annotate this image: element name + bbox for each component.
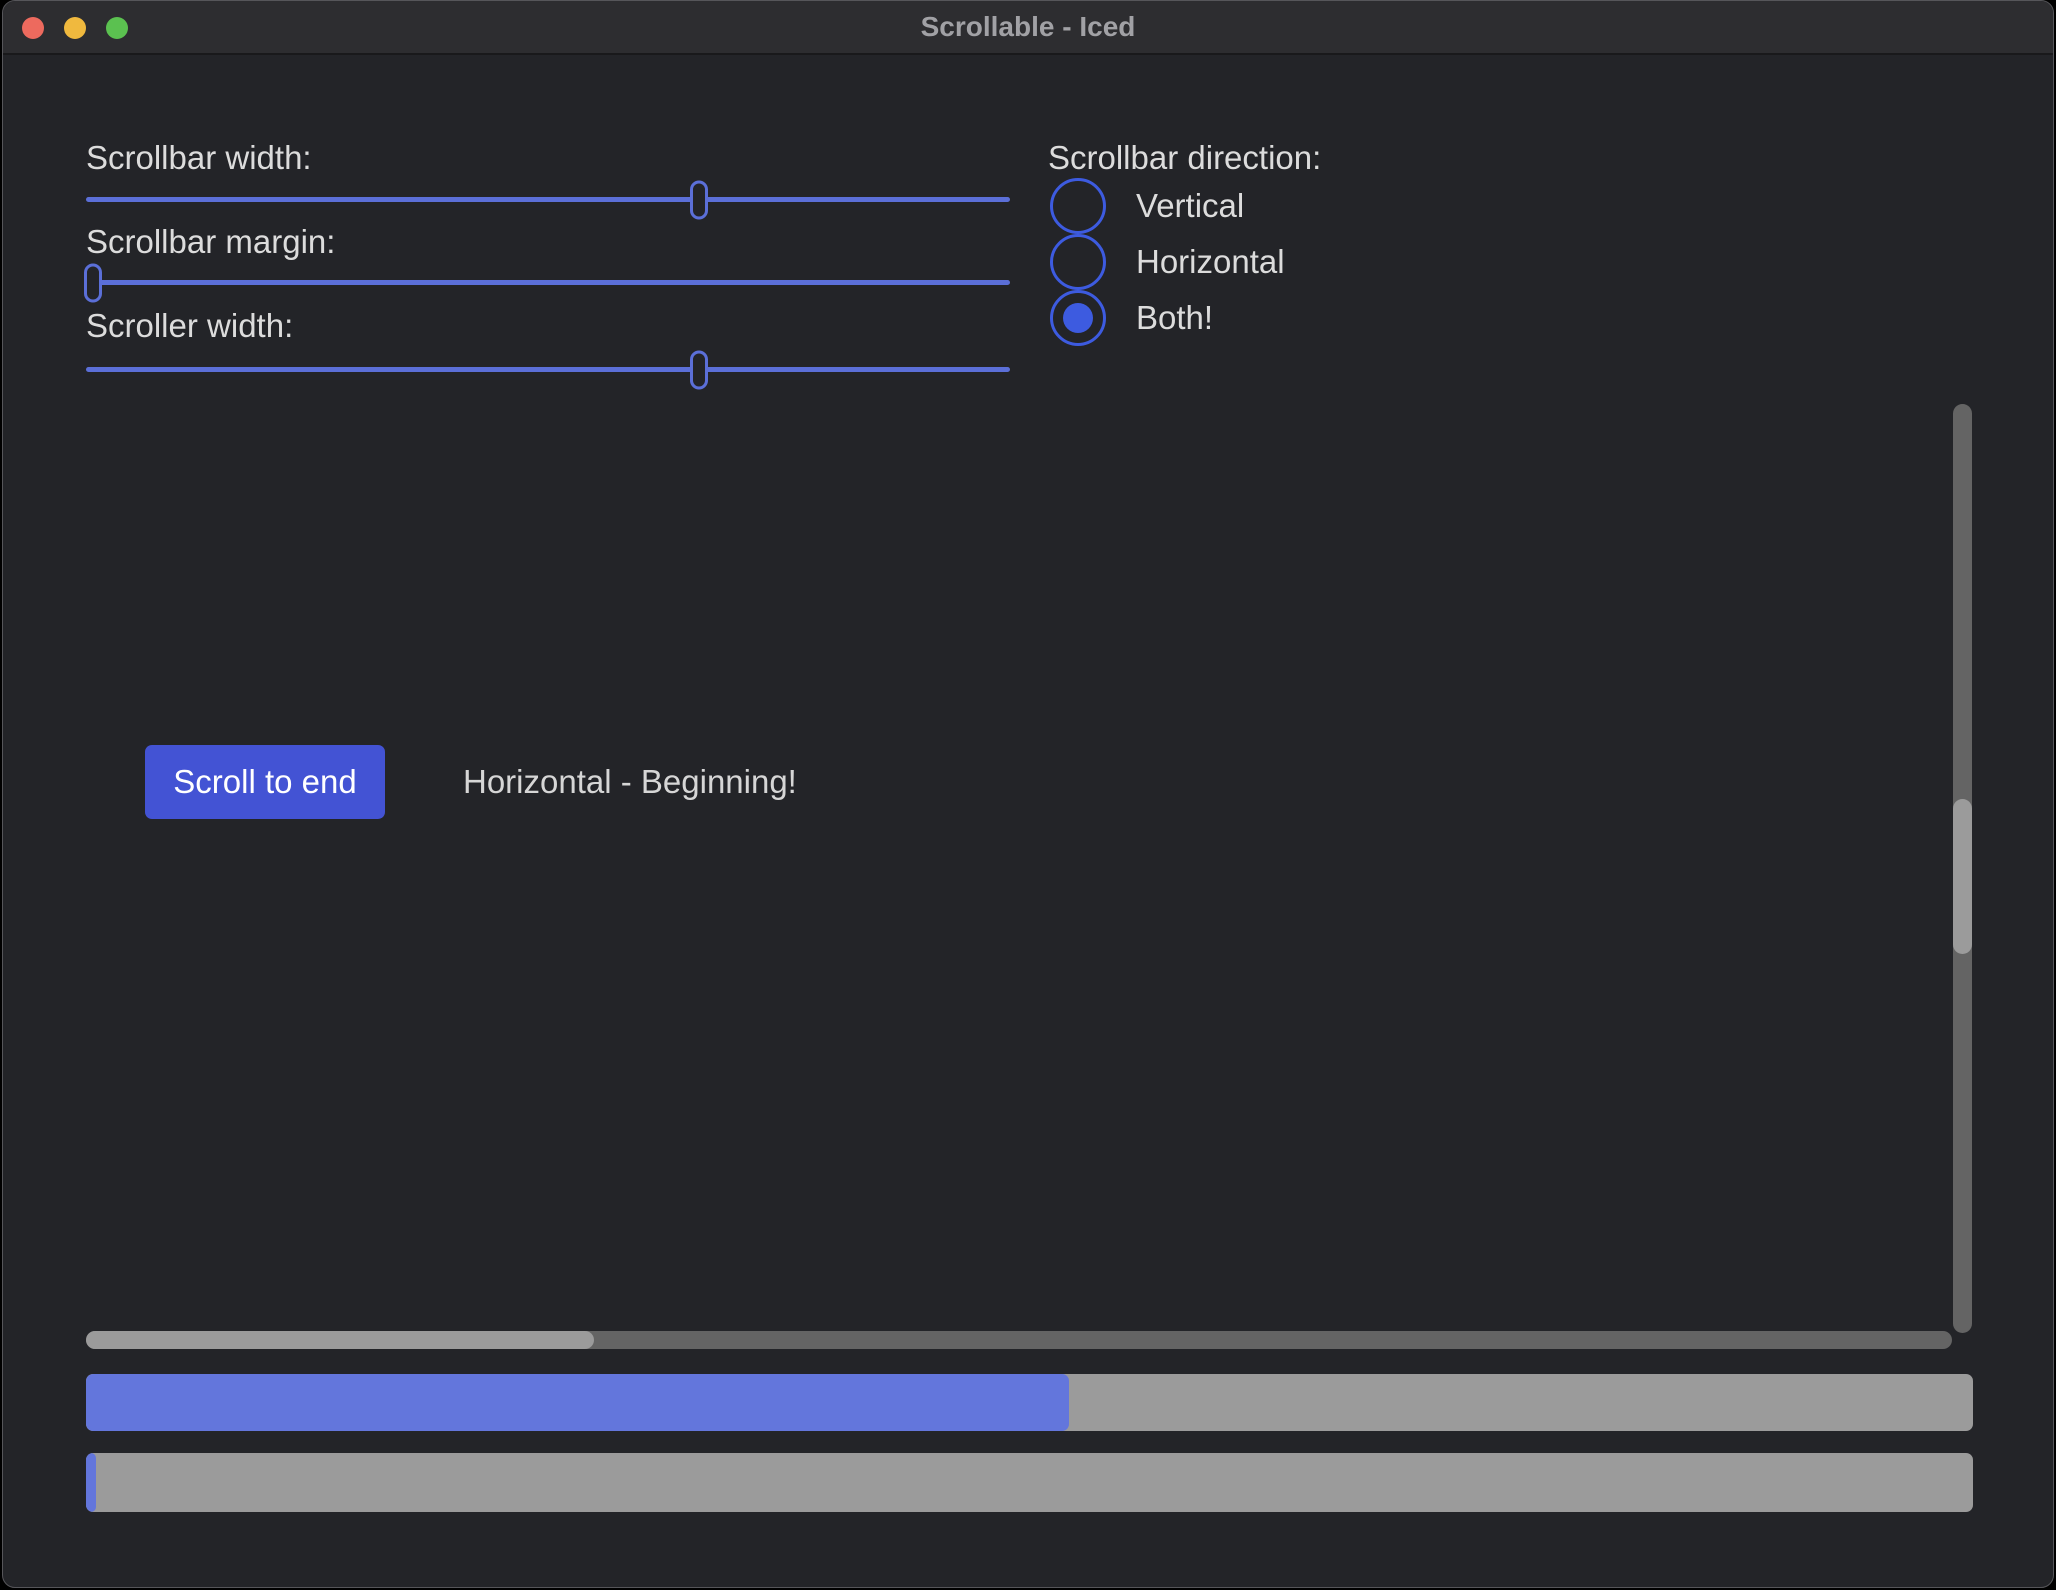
- scrollbar-margin-slider[interactable]: [86, 280, 1010, 285]
- window-title: Scrollable - Iced: [921, 11, 1136, 43]
- radio-vertical[interactable]: [1050, 178, 1106, 234]
- radio-horizontal[interactable]: [1050, 234, 1106, 290]
- horizontal-scrollbar-track[interactable]: [86, 1331, 1952, 1349]
- radio-both-label[interactable]: Both!: [1136, 299, 1213, 337]
- zoom-button[interactable]: [106, 17, 128, 39]
- title-bar: Scrollable - Iced: [3, 1, 2053, 55]
- radio-both[interactable]: [1050, 290, 1106, 346]
- minimize-button[interactable]: [64, 17, 86, 39]
- scroller-width-slider-handle[interactable]: [690, 350, 708, 389]
- vertical-scrollbar-thumb[interactable]: [1953, 799, 1972, 954]
- vertical-progress-bar: [86, 1453, 1973, 1512]
- scroller-width-label: Scroller width:: [86, 307, 293, 345]
- horizontal-scrollbar-thumb[interactable]: [86, 1331, 594, 1349]
- traffic-lights: [22, 17, 128, 39]
- radio-vertical-label[interactable]: Vertical: [1136, 187, 1244, 225]
- close-button[interactable]: [22, 17, 44, 39]
- radio-both-selected-dot: [1063, 303, 1093, 333]
- horizontal-progress-fill: [86, 1374, 1069, 1431]
- scrollbar-width-slider[interactable]: [86, 197, 1010, 202]
- scroll-to-end-button[interactable]: Scroll to end: [145, 745, 385, 819]
- scroll-status-text: Horizontal - Beginning!: [463, 763, 797, 801]
- scrollbar-margin-label: Scrollbar margin:: [86, 223, 335, 261]
- app-window: Scrollable - Iced Scrollbar width: Scrol…: [2, 0, 2054, 1588]
- scroller-width-slider[interactable]: [86, 367, 1010, 372]
- scrollbar-margin-slider-handle[interactable]: [84, 263, 102, 302]
- horizontal-progress-bar: [86, 1374, 1973, 1431]
- scrollbar-width-slider-handle[interactable]: [690, 180, 708, 219]
- vertical-progress-fill: [86, 1453, 96, 1512]
- scrollbar-direction-label: Scrollbar direction:: [1048, 139, 1321, 177]
- scrollbar-width-label: Scrollbar width:: [86, 139, 312, 177]
- vertical-scrollbar-track[interactable]: [1953, 404, 1972, 1333]
- radio-horizontal-label[interactable]: Horizontal: [1136, 243, 1285, 281]
